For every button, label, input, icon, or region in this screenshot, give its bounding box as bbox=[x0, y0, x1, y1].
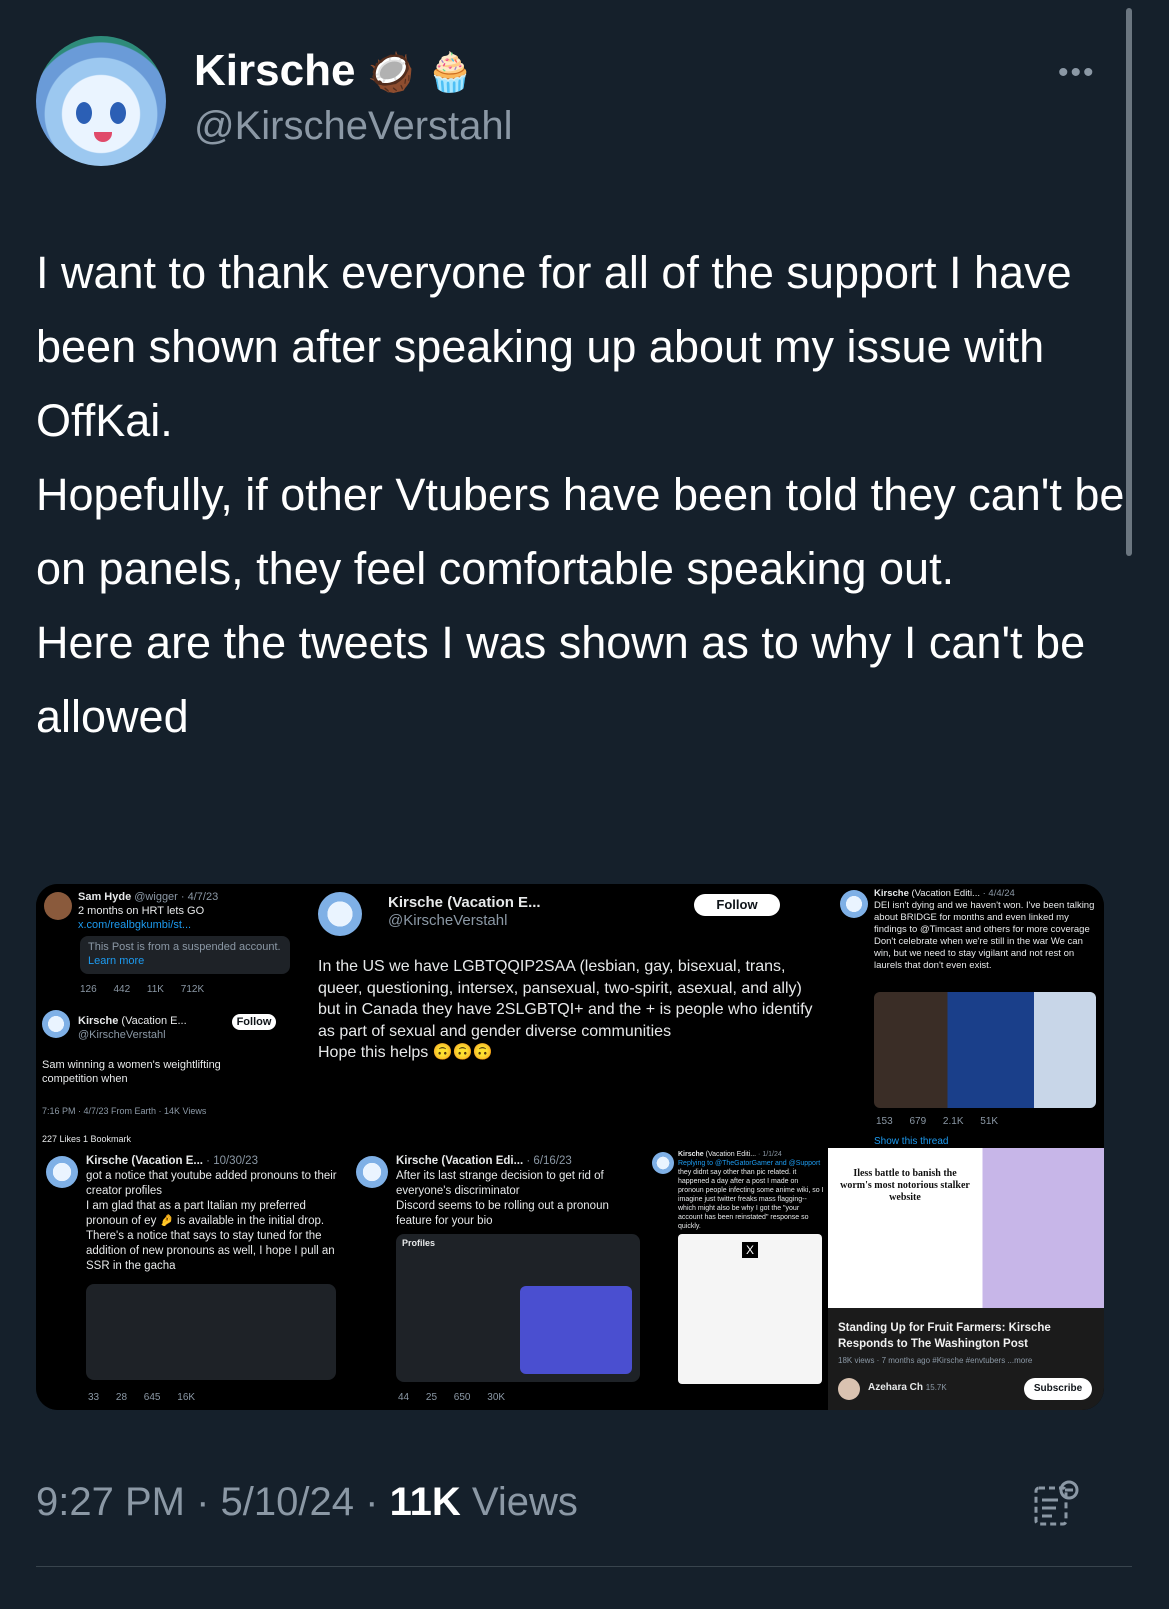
sam-hyde-avatar bbox=[44, 892, 72, 920]
p1-meta: 7:16 PM · 4/7/23 From Earth · 14K Views bbox=[42, 1106, 207, 1116]
p7-subs: 15.7K bbox=[925, 1383, 947, 1392]
p6-avatar bbox=[652, 1152, 674, 1174]
kirsche-mini-avatar bbox=[42, 1010, 70, 1038]
p6-name-suffix: (Vacation Editi... bbox=[705, 1151, 757, 1158]
p5-profile-preview bbox=[520, 1286, 632, 1374]
p1-text: Sam winning a women's weightlifting comp… bbox=[42, 1059, 221, 1085]
divider bbox=[36, 1566, 1132, 1567]
p6-name: Kirsche bbox=[678, 1151, 704, 1158]
views-count: 11K bbox=[389, 1480, 461, 1524]
tweet-media-image[interactable]: Sam Hyde @wigger · 4/7/23 2 months on HR… bbox=[36, 884, 1104, 1410]
more-options-icon[interactable]: ••• bbox=[1058, 56, 1096, 90]
p2-avatar bbox=[318, 892, 362, 936]
p2-text: In the US we have LGBTQQIP2SAA (lesbian,… bbox=[318, 958, 813, 1061]
tweet-metadata: 9:27 PM · 5/10/24 · 11K Views bbox=[36, 1480, 578, 1525]
p5-stats: 44 25 650 30K bbox=[398, 1392, 506, 1403]
p4-settings-screenshot bbox=[86, 1284, 336, 1380]
p1-name: Kirsche bbox=[78, 1015, 119, 1027]
p3-show-thread: Show this thread bbox=[874, 1136, 949, 1146]
author-handle[interactable]: @KirscheVerstahl bbox=[194, 104, 513, 149]
p7-video-meta: 18K views · 7 months ago #Kirsche #envtu… bbox=[838, 1356, 1033, 1365]
p3-name-suffix: (Vacation Editi... bbox=[911, 888, 980, 899]
analytics-icon[interactable] bbox=[1032, 1478, 1082, 1528]
quoted-handle: @wigger · 4/7/23 bbox=[134, 891, 219, 903]
quoted-name: Sam Hyde bbox=[78, 891, 132, 903]
p4-avatar bbox=[46, 1156, 78, 1188]
coconut-emoji-icon: 🥥 bbox=[367, 52, 415, 95]
p3-date: · 4/4/24 bbox=[982, 888, 1015, 899]
p5-profiles-label: Profiles bbox=[402, 1238, 436, 1248]
p7-headline: Iless battle to banish the worm's most n… bbox=[840, 1168, 970, 1203]
p4-text: got a notice that youtube added pronouns… bbox=[86, 1170, 337, 1272]
p7-subscribe-button: Subscribe bbox=[1024, 1378, 1092, 1400]
p7-video-thumbnail: Iless battle to banish the worm's most n… bbox=[828, 1148, 1104, 1308]
p4-stats: 33 28 645 16K bbox=[88, 1392, 196, 1403]
separator: · bbox=[365, 1480, 379, 1524]
p3-stats: 153 679 2.1K 51K bbox=[876, 1116, 999, 1127]
p6-email-screenshot: X bbox=[678, 1234, 822, 1384]
p5-text: After its last strange decision to get r… bbox=[396, 1170, 609, 1227]
p5-discord-profiles-screenshot: Profiles bbox=[396, 1234, 640, 1382]
channel-avatar bbox=[838, 1378, 860, 1400]
media-screenshot-7: Iless battle to banish the worm's most n… bbox=[828, 1148, 1104, 1410]
quoted-text: 2 months on HRT lets GO bbox=[78, 905, 205, 917]
suspended-text: This Post is from a suspended account. bbox=[88, 941, 281, 953]
p2-name-suffix: (Vacation E... bbox=[447, 894, 541, 911]
media-screenshot-5: Kirsche (Vacation Edi... · 6/16/23 After… bbox=[348, 1148, 646, 1410]
views-label: Views bbox=[471, 1480, 578, 1524]
separator: · bbox=[196, 1480, 210, 1524]
p3-avatar bbox=[840, 890, 868, 918]
x-logo-icon: X bbox=[742, 1242, 758, 1258]
p5-name: Kirsche bbox=[396, 1155, 439, 1167]
media-screenshot-4: Kirsche (Vacation E... · 10/30/23 got a … bbox=[36, 1148, 346, 1410]
p2-name: Kirsche bbox=[388, 894, 444, 911]
p1-handle: @KirscheVerstahl bbox=[78, 1029, 166, 1041]
p4-name: Kirsche bbox=[86, 1155, 129, 1167]
p5-date: · 6/16/23 bbox=[526, 1155, 572, 1167]
p3-video-thumbnail bbox=[874, 992, 1096, 1108]
p1-likes: 227 Likes 1 Bookmark bbox=[42, 1134, 132, 1144]
tweet-date[interactable]: 5/10/24 bbox=[221, 1480, 354, 1524]
cupcake-emoji-icon: 🧁 bbox=[426, 52, 475, 95]
p6-reply: Replying to @TheGatorGamer and @Support bbox=[678, 1160, 821, 1167]
author-display-name[interactable]: Kirsche 🥥 🧁 bbox=[194, 46, 474, 96]
suspended-notice: This Post is from a suspended account. L… bbox=[80, 936, 290, 974]
p1-follow-button: Follow bbox=[232, 1014, 276, 1030]
media-screenshot-3: Kirsche (Vacation Editi... · 4/4/24 DEI … bbox=[836, 884, 1104, 1146]
p5-name-suffix: (Vacation Edi... bbox=[441, 1155, 524, 1167]
learn-more-link: Learn more bbox=[88, 955, 145, 967]
p2-follow-button: Follow bbox=[694, 894, 780, 916]
tweet-text: I want to thank everyone for all of the … bbox=[36, 247, 1125, 742]
p4-name-suffix: (Vacation E... bbox=[131, 1155, 203, 1167]
p3-text: DEI isn't dying and we haven't won. I've… bbox=[874, 900, 1095, 971]
p6-text: they didnt say other than pic related. i… bbox=[678, 1169, 824, 1230]
p3-name: Kirsche bbox=[874, 888, 909, 899]
media-screenshot-6: Kirsche (Vacation Editi... · 1/1/24 Repl… bbox=[648, 1148, 828, 1410]
quoted-link: x.com/realbgkumbi/st... bbox=[78, 919, 192, 931]
media-screenshot-2: Kirsche (Vacation E... @KirscheVerstahl … bbox=[306, 884, 836, 1146]
p7-channel: Azehara Ch bbox=[868, 1382, 924, 1393]
p6-date: · 1/1/24 bbox=[758, 1151, 782, 1158]
media-screenshot-1: Sam Hyde @wigger · 4/7/23 2 months on HR… bbox=[36, 884, 306, 1146]
quoted-stats: 126 442 11K 712K bbox=[80, 984, 205, 995]
p1-name-suffix: (Vacation E... bbox=[121, 1015, 187, 1027]
tweet-time[interactable]: 9:27 PM bbox=[36, 1480, 185, 1524]
p2-handle: @KirscheVerstahl bbox=[388, 912, 508, 929]
display-name-text: Kirsche bbox=[194, 46, 356, 95]
p5-avatar bbox=[356, 1156, 388, 1188]
p7-video-title: Standing Up for Fruit Farmers: Kirsche R… bbox=[838, 1322, 1051, 1350]
p4-date: · 10/30/23 bbox=[206, 1155, 258, 1167]
author-avatar[interactable] bbox=[36, 36, 166, 166]
